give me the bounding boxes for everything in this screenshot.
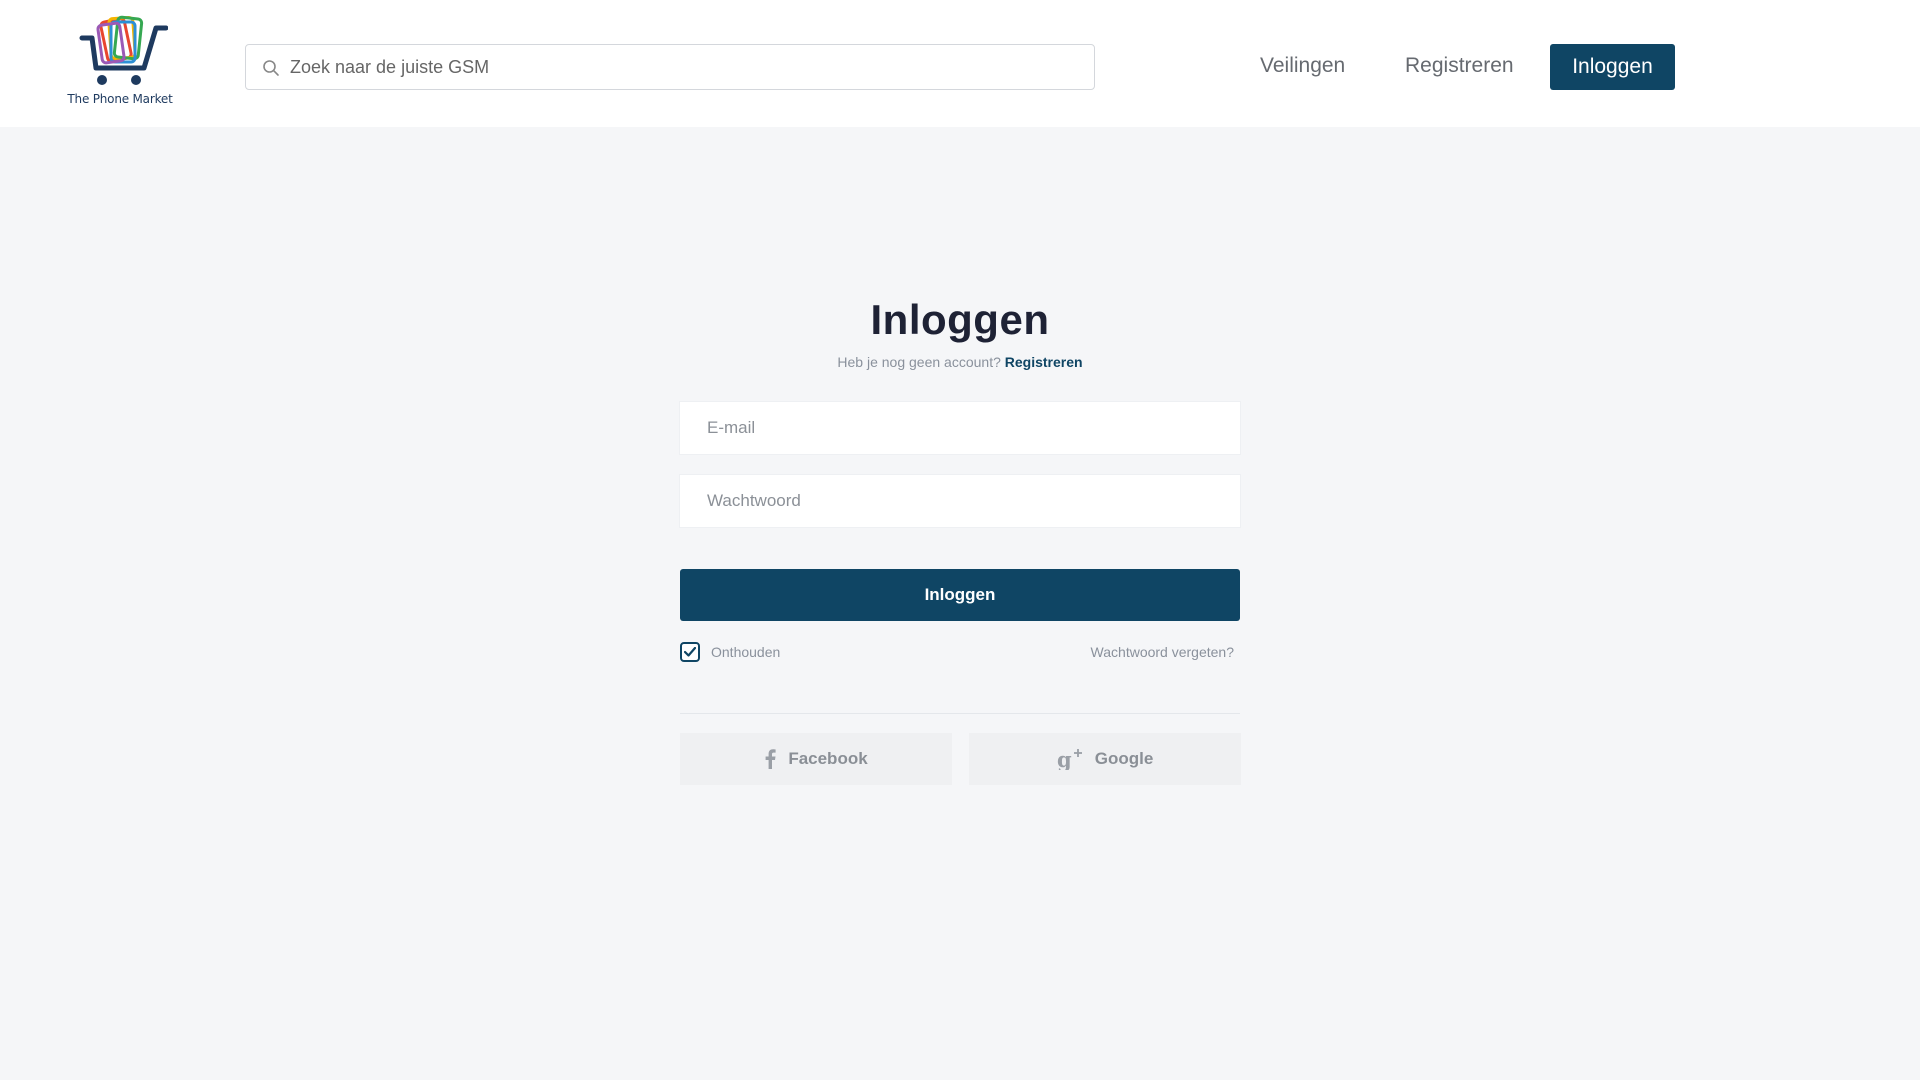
site-header: The Phone Market Veilingen Registreren I… [0, 0, 1920, 127]
google-plus-icon: g [1057, 748, 1083, 770]
register-link[interactable]: Registreren [1005, 354, 1083, 370]
remember-me[interactable]: Onthouden [680, 642, 780, 662]
search-icon [263, 60, 279, 76]
svg-text:g: g [1057, 748, 1072, 770]
facebook-login-button[interactable]: Facebook [680, 733, 952, 785]
page-title: Inloggen [870, 296, 1050, 343]
logo-text: The Phone Market [67, 92, 173, 106]
facebook-label: Facebook [788, 749, 868, 768]
register-prompt: Heb je nog geen account? Registreren [0, 354, 1920, 370]
no-account-text: Heb je nog geen account? [837, 354, 1001, 370]
the-phone-market-logo[interactable]: The Phone Market [66, 14, 176, 110]
check-icon [684, 647, 696, 657]
google-label: Google [1094, 749, 1154, 768]
search-bar[interactable] [245, 44, 1095, 90]
google-login-button[interactable]: g Google [969, 733, 1241, 785]
remember-checkbox[interactable] [680, 642, 700, 662]
shopping-cart-phones-icon [79, 15, 168, 85]
password-field[interactable] [680, 475, 1240, 527]
search-input[interactable] [290, 45, 1080, 89]
divider [680, 713, 1240, 714]
email-field[interactable] [680, 402, 1240, 454]
forgot-password-link[interactable]: Wachtwoord vergeten? [1090, 644, 1234, 660]
facebook-icon [764, 749, 776, 769]
nav-link-veilingen[interactable]: Veilingen [1260, 54, 1345, 78]
login-submit-button[interactable]: Inloggen [680, 569, 1240, 621]
nav-link-registreren[interactable]: Registreren [1405, 54, 1514, 78]
nav-login-button[interactable]: Inloggen [1550, 44, 1675, 90]
remember-label: Onthouden [711, 644, 781, 660]
